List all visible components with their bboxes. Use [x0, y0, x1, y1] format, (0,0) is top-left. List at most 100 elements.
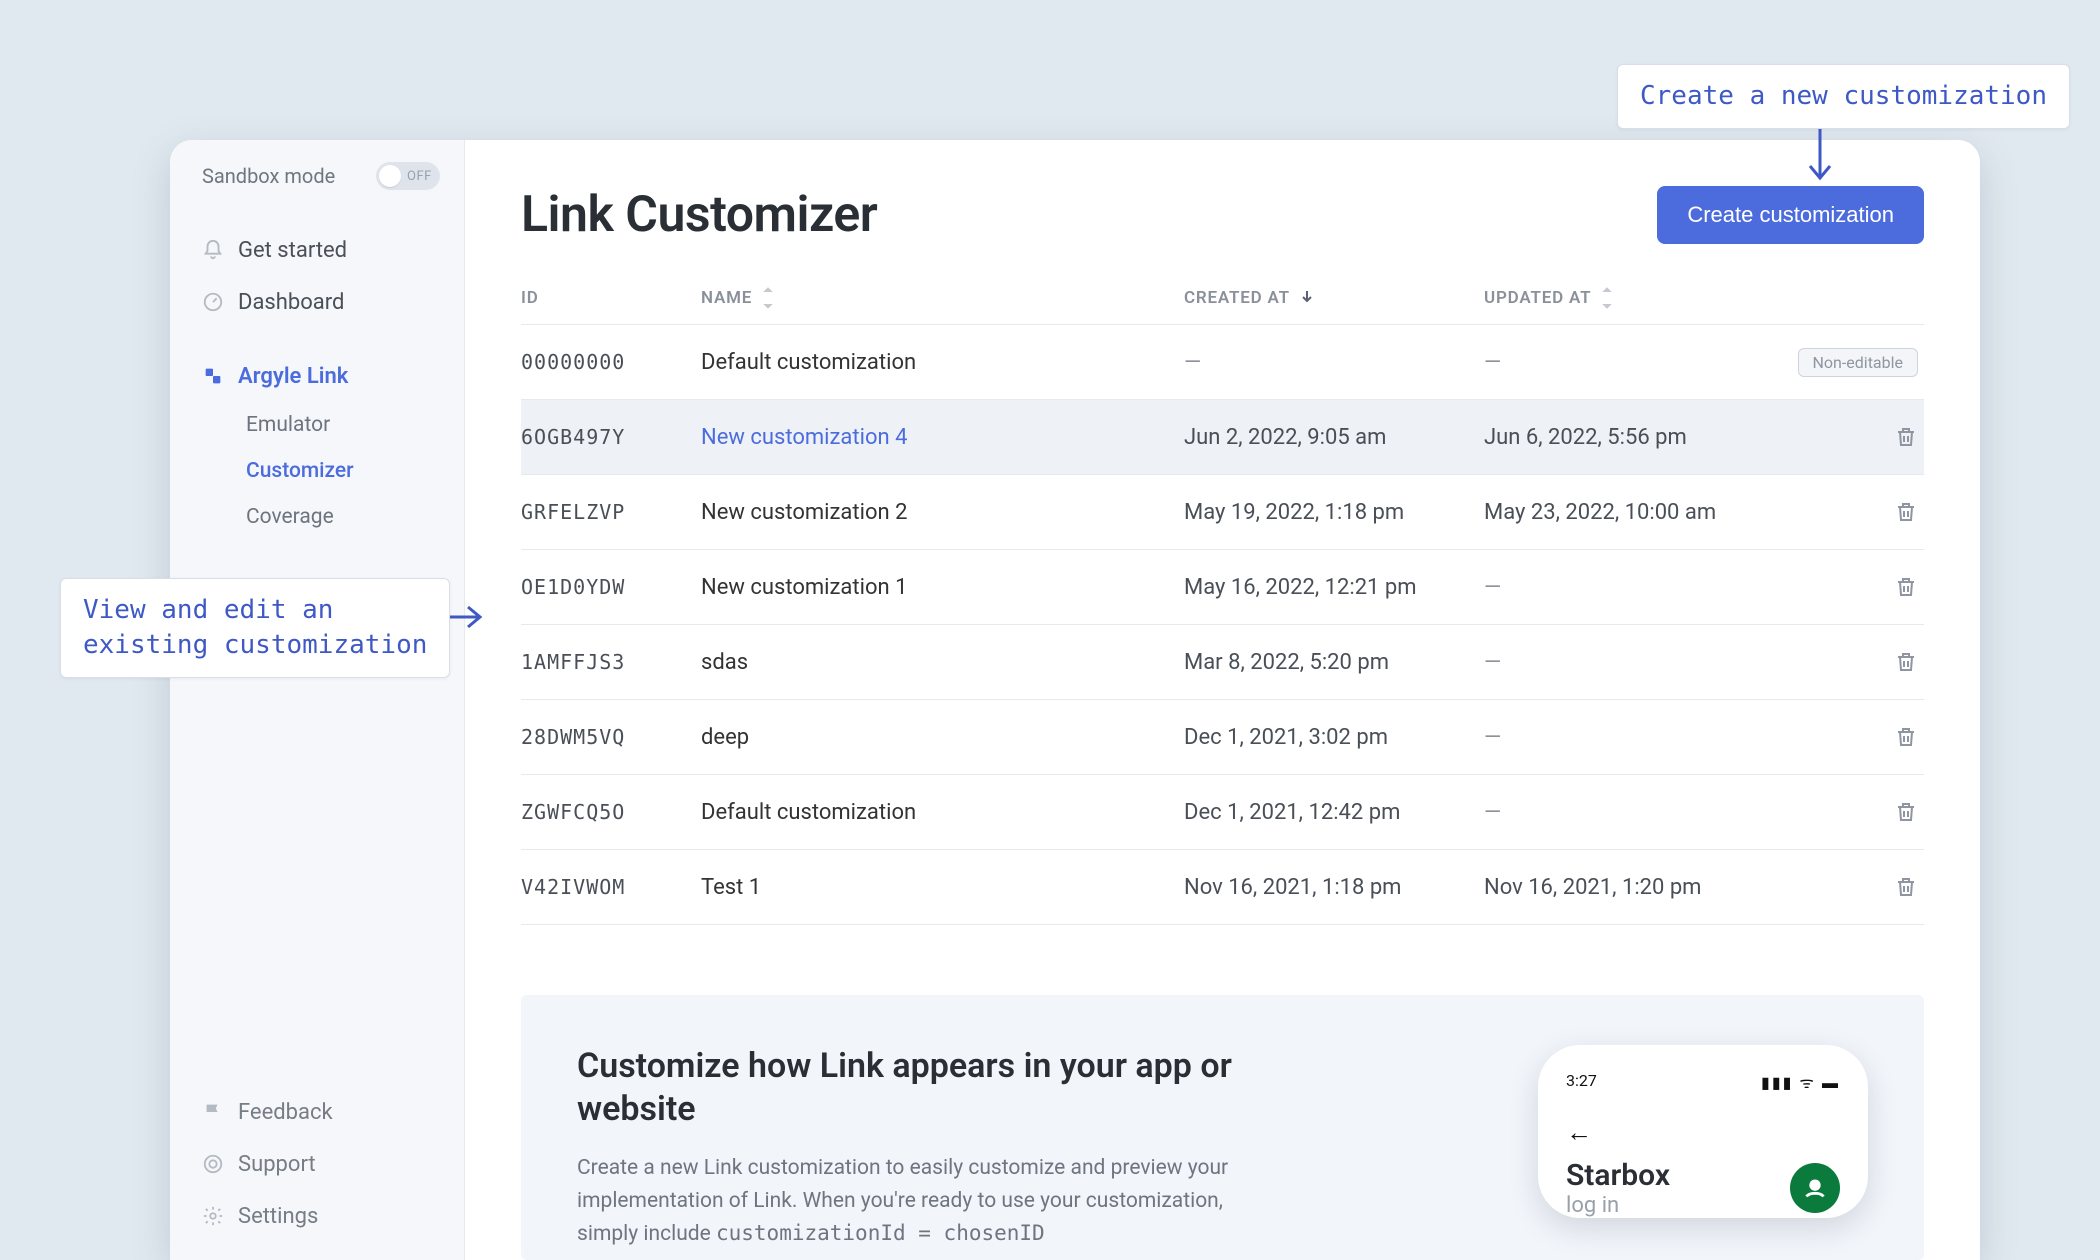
cell-id: GRFELZVP [521, 500, 701, 524]
gear-icon [202, 1205, 224, 1227]
col-created-label: CREATED AT [1184, 288, 1290, 308]
col-created[interactable]: CREATED AT [1184, 286, 1484, 310]
toggle-knob [379, 165, 401, 187]
sidebar-item-label: Customizer [246, 459, 354, 483]
table-row[interactable]: 1AMFFJS3sdasMar 8, 2022, 5:20 pm— [521, 625, 1924, 700]
row-actions [1784, 875, 1924, 899]
promo-body: Create a new Link customization to easil… [577, 1152, 1257, 1251]
lifering-icon [202, 1153, 224, 1175]
row-actions [1784, 575, 1924, 599]
cell-name[interactable]: New customization 4 [701, 425, 1184, 450]
sidebar-item-customizer[interactable]: Customizer [214, 448, 464, 494]
trash-icon[interactable] [1894, 650, 1918, 674]
cell-created: Dec 1, 2021, 12:42 pm [1184, 800, 1484, 825]
row-actions: Non-editable [1784, 348, 1924, 377]
cell-updated: Nov 16, 2021, 1:20 pm [1484, 875, 1784, 900]
sidebar-item-argyle-link[interactable]: Argyle Link [170, 350, 464, 402]
cell-updated: — [1484, 575, 1784, 600]
link-icon [202, 365, 224, 387]
annotation-create: Create a new customization [1617, 64, 2070, 129]
page-title: Link Customizer [521, 186, 877, 244]
sidebar-item-label: Get started [238, 238, 347, 263]
sandbox-toggle[interactable]: OFF [376, 162, 440, 190]
row-actions [1784, 725, 1924, 749]
gauge-icon [202, 291, 224, 313]
col-updated-label: UPDATED AT [1484, 288, 1591, 308]
arrow-down-icon [1800, 122, 1840, 188]
trash-icon[interactable] [1894, 725, 1918, 749]
sidebar-item-dashboard[interactable]: Dashboard [170, 276, 464, 328]
toggle-off-label: OFF [407, 169, 432, 184]
table-row[interactable]: 28DWM5VQdeepDec 1, 2021, 3:02 pm— [521, 700, 1924, 775]
sort-icon [1601, 286, 1613, 310]
sidebar-item-feedback[interactable]: Feedback [170, 1086, 464, 1138]
sidebar: Sandbox mode OFF Get started [170, 140, 465, 1260]
sidebar-item-settings[interactable]: Settings [170, 1190, 464, 1242]
main-content: Link Customizer Create customization ID … [465, 140, 1980, 1260]
trash-icon[interactable] [1894, 800, 1918, 824]
table-row[interactable]: V42IVWOMTest 1Nov 16, 2021, 1:18 pmNov 1… [521, 850, 1924, 925]
customizations-table: ID NAME CREATED AT [465, 268, 1980, 925]
cell-id: OE1D0YDW [521, 575, 701, 599]
col-name[interactable]: NAME [701, 286, 1184, 310]
row-actions [1784, 500, 1924, 524]
cell-name: Default customization [701, 350, 1184, 375]
col-name-label: NAME [701, 288, 752, 308]
cell-updated: — [1484, 650, 1784, 675]
sidebar-item-label: Argyle Link [238, 364, 348, 389]
promo-title: Customize how Link appears in your app o… [577, 1045, 1257, 1130]
col-id[interactable]: ID [521, 286, 701, 310]
cell-created: May 19, 2022, 1:18 pm [1184, 500, 1484, 525]
sidebar-item-label: Coverage [246, 505, 334, 529]
phone-app-subtitle: log in [1566, 1193, 1670, 1218]
trash-icon[interactable] [1894, 425, 1918, 449]
sidebar-item-coverage[interactable]: Coverage [214, 494, 464, 540]
cell-id: 6OGB497Y [521, 425, 701, 449]
trash-icon[interactable] [1894, 875, 1918, 899]
row-actions [1784, 800, 1924, 824]
cell-id: 28DWM5VQ [521, 725, 701, 749]
cell-id: ZGWFCQ5O [521, 800, 701, 824]
table-row[interactable]: 00000000Default customization——Non-edita… [521, 325, 1924, 400]
sort-icon [762, 286, 774, 310]
phone-time: 3:27 [1566, 1071, 1597, 1093]
cell-created: Dec 1, 2021, 3:02 pm [1184, 725, 1484, 750]
cell-name: Default customization [701, 800, 1184, 825]
annotation-edit: View and edit an existing customization [60, 578, 450, 678]
cell-updated: — [1484, 350, 1784, 375]
promo-panel: Customize how Link appears in your app o… [521, 995, 1924, 1260]
sidebar-item-emulator[interactable]: Emulator [214, 402, 464, 448]
sort-down-icon [1300, 288, 1314, 308]
table-row[interactable]: OE1D0YDWNew customization 1May 16, 2022,… [521, 550, 1924, 625]
promo-code: customizationId = chosenID [716, 1221, 1045, 1245]
table-row[interactable]: GRFELZVPNew customization 2May 19, 2022,… [521, 475, 1924, 550]
cell-created: Mar 8, 2022, 5:20 pm [1184, 650, 1484, 675]
sidebar-item-get-started[interactable]: Get started [170, 224, 464, 276]
flag-icon [202, 1101, 224, 1123]
cell-name: deep [701, 725, 1184, 750]
sidebar-item-label: Feedback [238, 1100, 333, 1125]
row-actions [1784, 425, 1924, 449]
trash-icon[interactable] [1894, 575, 1918, 599]
sidebar-item-support[interactable]: Support [170, 1138, 464, 1190]
cell-updated: Jun 6, 2022, 5:56 pm [1484, 425, 1784, 450]
trash-icon[interactable] [1894, 500, 1918, 524]
starbox-logo-icon [1790, 1163, 1840, 1213]
cell-id: 1AMFFJS3 [521, 650, 701, 674]
phone-status-icons: ▮▮▮ ᯤ ▬ [1761, 1071, 1840, 1093]
col-updated[interactable]: UPDATED AT [1484, 286, 1784, 310]
table-row[interactable]: 6OGB497YNew customization 4Jun 2, 2022, … [521, 400, 1924, 475]
cell-updated: — [1484, 725, 1784, 750]
col-id-label: ID [521, 288, 539, 308]
phone-back-icon: ← [1566, 1117, 1840, 1148]
cell-created: Jun 2, 2022, 9:05 am [1184, 425, 1484, 450]
table-row[interactable]: ZGWFCQ5ODefault customizationDec 1, 2021… [521, 775, 1924, 850]
create-customization-button[interactable]: Create customization [1657, 186, 1924, 244]
cell-created: May 16, 2022, 12:21 pm [1184, 575, 1484, 600]
phone-mockup: 3:27 ▮▮▮ ᯤ ▬ ← Starbox log in [1538, 1045, 1868, 1218]
app-window: Sandbox mode OFF Get started [170, 140, 1980, 1260]
cell-updated: May 23, 2022, 10:00 am [1484, 500, 1784, 525]
non-editable-badge: Non-editable [1798, 348, 1919, 377]
cell-name: New customization 2 [701, 500, 1184, 525]
cell-id: V42IVWOM [521, 875, 701, 899]
